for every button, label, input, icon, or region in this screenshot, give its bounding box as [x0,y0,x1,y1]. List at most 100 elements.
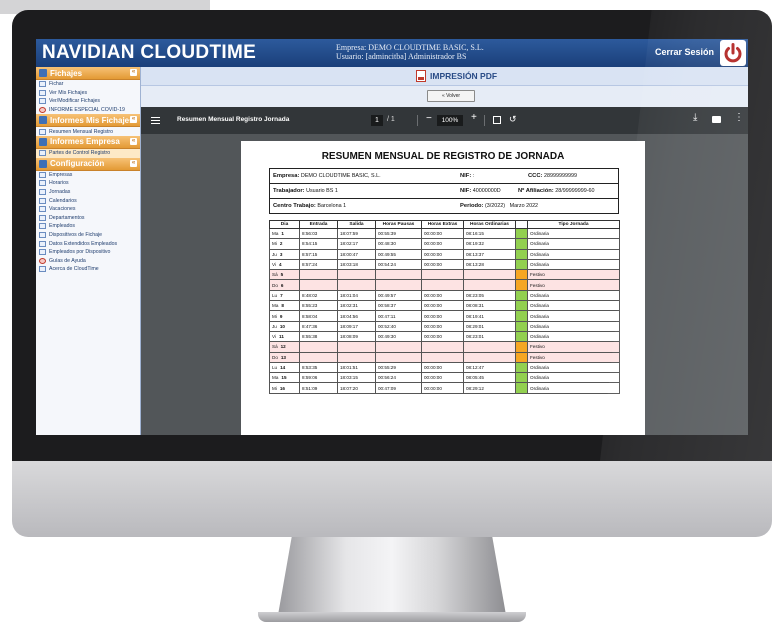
sidebar-item-horarios[interactable]: Horarios [36,179,140,188]
label: Trabajador: [273,188,305,194]
tipo-jornada-cell: Ordinaria [527,238,620,250]
pausas-cell: 00:55:29 [375,361,422,374]
extras-cell: 00:00:00 [421,238,464,250]
item-label: Horarios [49,180,69,187]
sidebar-item-fichar[interactable]: Fichar [36,80,140,89]
sidebar-item-guias[interactable]: Guías de Ayuda [36,257,140,266]
entrada-cell [299,341,338,353]
page-input[interactable]: 1 [371,115,383,126]
ordinaria-marker [516,291,527,300]
type-swatch [515,382,528,394]
ordinarias-cell: 08:13:28 [463,258,516,271]
device-icon [39,232,46,239]
festivo-marker [516,353,527,362]
entrada-cell: 8:55:38 [299,330,338,343]
day-number: 3 [279,251,283,257]
column-header: Salida [337,220,376,229]
sidebar-item-partes-control[interactable]: Partes de Control Registro [36,148,140,158]
toolbar-divider [417,115,418,126]
item-label: INFORME ESPECIAL COVID-19 [49,107,125,114]
entrada-cell [299,351,338,363]
sidebar-item-covid[interactable]: INFORME ESPECIAL COVID-19 [36,106,140,115]
sidebar-item-vacaciones[interactable]: Vacaciones [36,205,140,214]
tipo-jornada-cell: Ordinaria [527,361,620,374]
ordinarias-cell [463,351,516,363]
value: Barcelona 1 [317,203,347,209]
weekday-label: Vi [272,262,277,268]
sidebar-item-ver-mis-fichajes[interactable]: Ver Mis Fichajes [36,89,140,98]
sidebar-item-datos-extendidos[interactable]: Datos Extendidos Empleados [36,239,140,248]
extras-cell: 00:00:00 [421,227,464,240]
day-cell: Lu 14 [269,361,300,374]
download-icon[interactable]: ⤓ [693,112,697,123]
sidebar-item-departamentos[interactable]: Departamentos [36,214,140,223]
more-options-icon[interactable]: ⋮ [734,112,744,123]
settings-icon [39,159,47,168]
table-row: Ma 1 8:56:03 18:07:59 00:55:39 00:00:00 08:16:… [269,227,620,240]
item-label: Dispositivos de Fichaje [49,232,103,239]
sidebar-item-empleados[interactable]: Empleados [36,222,140,231]
ordinarias-cell: 08:19:32 [463,238,516,250]
entrada-cell: 8:47:36 [299,320,338,332]
pausas-cell: 00:52:40 [375,320,422,332]
sidebar-item-empleados-dispositivo[interactable]: Empleados por Dispositivo [36,248,140,257]
user-icon [39,223,46,230]
salida-cell: 18:02:17 [337,238,376,250]
type-swatch [515,238,528,250]
collapse-icon[interactable]: « [130,137,137,145]
rotate-icon[interactable]: ↺ [509,114,517,125]
extras-cell [421,279,464,291]
day-cell: Ju 10 [269,320,300,332]
back-button[interactable]: « Volver [427,90,475,102]
entrada-cell: 8:55:23 [299,300,338,312]
weekday-label: Ju [272,251,277,257]
type-swatch [515,258,528,271]
menu-icon[interactable] [151,117,160,124]
label: CCC: [528,173,543,179]
sidebar-item-modificar-fichajes[interactable]: Ver/Modificar Fichajes [36,97,140,106]
clock-icon [39,180,46,187]
logout-link[interactable]: Cerrar Sesión [655,47,714,57]
print-icon[interactable] [712,116,721,123]
collapse-icon[interactable]: « [130,69,137,76]
salida-cell: 18:03:18 [337,258,376,271]
sidebar-item-empresas[interactable]: Empresas [36,171,140,180]
table-row: Ju 10 8:47:36 18:09:17 00:52:40 00:00:00 08:29… [269,320,620,332]
salida-cell: 18:03:15 [337,372,376,384]
section-configuracion[interactable]: Configuración « [36,157,140,171]
tipo-jornada-cell: Ordinaria [527,227,620,240]
sidebar-item-acerca[interactable]: Acerca de CloudTime [36,265,140,274]
festivo-marker [516,270,527,279]
item-label: Empleados [49,223,75,230]
ordinarias-cell: 08:29:01 [463,320,516,332]
sidebar-item-calendarios[interactable]: Calendarios [36,196,140,205]
fit-page-icon[interactable] [493,116,501,124]
sidebar-item-jornadas[interactable]: Jornadas [36,188,140,197]
sidebar-item-dispositivos[interactable]: Dispositivos de Fichaje [36,231,140,240]
zoom-in-button[interactable]: + [471,112,477,123]
weekday-label: Ma [272,231,279,237]
power-icon [724,43,742,63]
tipo-jornada-cell: Ordinaria [527,258,620,271]
zoom-level[interactable]: 100% [437,115,463,126]
pausas-cell [375,269,422,281]
section-informes-empresa[interactable]: Informes Empresa « [36,135,140,149]
weekday-label: Do [272,354,278,360]
extras-cell: 00:00:00 [421,258,464,271]
edit-icon [39,98,46,105]
collapse-icon[interactable]: « [130,159,137,167]
zoom-out-button[interactable]: − [426,113,432,124]
table-row: Sá 12 Festivo [269,341,620,353]
sidebar-item-resumen-mensual[interactable]: Resumen Mensual Registro [36,127,140,136]
power-button[interactable] [720,40,746,66]
ordinaria-marker [516,311,527,321]
value: : [472,173,475,179]
section-informes-mis-fichajes[interactable]: Informes Mis Fichajes « [36,114,140,128]
column-header: Horas Pausas [375,220,422,229]
attendance-table: Dia Entrada Salida Horas Pausas Horas Ex… [269,220,620,394]
collapse-icon[interactable]: « [130,116,137,124]
festivo-marker [516,342,527,352]
day-cell: Lu 7 [269,289,300,302]
section-fichajes[interactable]: Fichajes « [36,67,140,80]
type-swatch [515,269,528,281]
